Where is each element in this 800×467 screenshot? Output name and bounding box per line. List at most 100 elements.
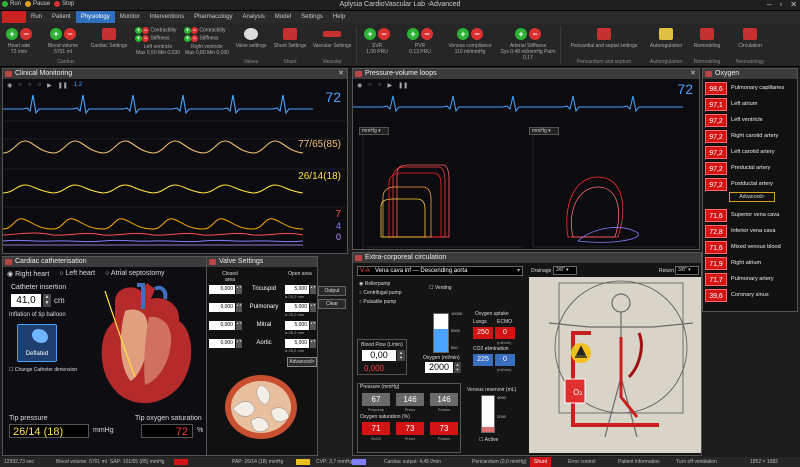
closed-area-input[interactable]: 0,000 (209, 285, 235, 294)
menu-help[interactable]: Help (328, 11, 350, 23)
menu-model[interactable]: Model (270, 11, 296, 23)
panel-close-icon[interactable]: ✕ (338, 69, 344, 79)
pv-unit-select-right[interactable]: mmHg ▾ (529, 127, 559, 135)
menu-run[interactable]: Run (26, 11, 47, 23)
closed-area-stepper[interactable]: ▲▼ (236, 321, 242, 330)
right-heart-radio[interactable]: ◉ Right heart (7, 270, 49, 278)
menu-interventions[interactable]: Interventions (145, 11, 189, 23)
group-autoregulation: Autoregulation (649, 59, 683, 65)
pause-icon[interactable]: ❚❚ (398, 82, 408, 89)
decrease-venous-compliance-button[interactable]: − (471, 28, 483, 40)
increase-heart-rate-button[interactable]: + (6, 28, 18, 40)
open-area-input[interactable]: 5,000 (285, 339, 309, 348)
reservoir-active-checkbox[interactable]: ☐ Active (479, 437, 498, 443)
panel-close-icon[interactable]: ✕ (690, 69, 696, 79)
turn-off-ventilation-button[interactable]: Turn off ventilation (676, 457, 717, 467)
increase-svr-button[interactable]: + (364, 28, 376, 40)
radio-1[interactable]: ◉ (357, 82, 362, 89)
o2-bottom-row: 39,6 Coronary sinus (705, 289, 795, 303)
open-area-input[interactable]: 5,000 (285, 321, 309, 330)
pressure-saturation-box: Pressure (mmHg) 67 146 146 Prepump Preox… (357, 383, 461, 453)
ecmo-o2-value: 0 (495, 327, 515, 339)
radio-3[interactable]: ○ (378, 82, 382, 89)
decrease-arterial-stiffness-button[interactable]: − (529, 28, 541, 40)
open-area-input[interactable]: 5,000 (285, 303, 309, 312)
increase-pvr-button[interactable]: + (407, 28, 419, 40)
drainage-select[interactable]: 3/8" ▾ (553, 266, 577, 275)
play-icon[interactable]: ▶ (388, 82, 393, 89)
menu-analysis[interactable]: Analysis (237, 11, 269, 23)
rv-contractility-plus[interactable]: + (184, 27, 191, 34)
patient-information-button[interactable]: Patient information (618, 457, 660, 467)
open-area-stepper[interactable]: ▲▼ (310, 303, 316, 312)
clear-button[interactable]: Clear (318, 299, 346, 309)
decrease-heart-rate-button[interactable]: − (20, 28, 32, 40)
change-catheter-checkbox[interactable]: ☐ Change Catheter dimension (9, 367, 77, 373)
left-heart-radio[interactable]: ○ Left heart (59, 270, 95, 278)
location-label: Preductal artery (731, 165, 771, 171)
blood-flow-actual: 0,000 (364, 364, 385, 373)
increase-arterial-stiffness-button[interactable]: + (515, 28, 527, 40)
clinical-monitoring-panel: Clinical Monitoring ✕ ◉ ○ ○ ○ ▶ ❚❚ 1.2 72 77/… (2, 68, 349, 254)
closed-area-input[interactable]: 0,000 (209, 339, 235, 348)
closed-area-input[interactable]: 0,000 (209, 321, 235, 330)
decrease-pvr-button[interactable]: − (421, 28, 433, 40)
increase-venous-compliance-button[interactable]: + (457, 28, 469, 40)
close-icon[interactable]: ✕ (790, 0, 797, 9)
balloon-toggle-button[interactable]: Deflated (17, 324, 57, 362)
pv-unit-select-left[interactable]: mmHg ▾ (359, 127, 389, 135)
menu-patient[interactable]: Patient (47, 11, 76, 23)
location-label: Pulmonary artery (731, 276, 774, 282)
decrease-svr-button[interactable]: − (378, 28, 390, 40)
menu-physiology[interactable]: Physiology (75, 11, 115, 23)
menu-settings[interactable]: Settings (296, 11, 328, 23)
maximize-icon[interactable]: ▫ (779, 0, 782, 9)
oxygen-flow-stepper[interactable]: ▲ ▼ (454, 362, 461, 373)
abp-trace (3, 140, 304, 154)
lv-stiffness-minus[interactable]: − (142, 35, 149, 42)
blood-flow-input[interactable]: 0,00 (362, 350, 396, 361)
rv-stiffness-minus[interactable]: − (191, 35, 198, 42)
output-button[interactable]: Output (318, 286, 346, 296)
pump-option[interactable]: ○ Centrifugal pump (359, 290, 402, 296)
pump-option[interactable]: ◉ Rollerpump (359, 281, 402, 287)
oxygen-flow-input[interactable]: 2000 (425, 362, 453, 373)
minimize-icon[interactable]: – (767, 0, 771, 9)
atrial-septostomy-radio[interactable]: ○ Atrial septostomy (105, 270, 164, 278)
pump-options: ◉ Rollerpump ○ Centrifugal pump ○ Pulsatil… (359, 281, 402, 308)
closed-area-stepper[interactable]: ▲▼ (236, 339, 242, 348)
error-control-button[interactable]: Error control (568, 457, 596, 467)
increase-blood-volume-button[interactable]: + (50, 28, 62, 40)
shunt-indicator[interactable]: Shunt (530, 457, 552, 467)
rv-contractility-minus[interactable]: − (191, 27, 198, 34)
menu-pharmacology[interactable]: Pharmacology (189, 11, 237, 23)
catheter-insertion-input[interactable]: 41,0 (11, 294, 41, 307)
closed-area-stepper[interactable]: ▲▼ (236, 285, 242, 294)
blood-flow-stepper[interactable]: ▲ ▼ (397, 350, 405, 361)
preox-pressure: 146 (396, 393, 424, 406)
pump-option[interactable]: ○ Pulsatile pump (359, 299, 402, 305)
return-select[interactable]: 3/8" ▾ (675, 266, 699, 275)
lv-stiffness-plus[interactable]: + (135, 35, 142, 42)
menu-monitor[interactable]: Monitor (115, 11, 145, 23)
lv-contractility-plus[interactable]: + (135, 27, 142, 34)
lv-contractility-minus[interactable]: − (142, 27, 149, 34)
decrease-blood-volume-button[interactable]: − (64, 28, 76, 40)
valve-advanced-button[interactable]: Advanced> (287, 357, 317, 367)
open-area-stepper[interactable]: ▲▼ (310, 285, 316, 294)
insertion-stepper[interactable]: ▲ ▼ (43, 294, 51, 307)
ecc-route-select[interactable]: V-A Vena cava inf — Descending aorta ▾ (357, 266, 523, 276)
open-area-input[interactable]: 5,000 (285, 285, 309, 294)
flow-value: 4 (335, 221, 341, 231)
open-area-stepper[interactable]: ▲▼ (310, 321, 316, 330)
rv-stiffness-plus[interactable]: + (184, 35, 191, 42)
closed-area-stepper[interactable]: ▲▼ (236, 303, 242, 312)
open-area-stepper[interactable]: ▲▼ (310, 339, 316, 348)
oxygen-advanced-button[interactable]: Advanced> (729, 192, 775, 202)
ecmo-co2-value: 0 (495, 354, 515, 366)
closed-area-input[interactable]: 0,000 (209, 303, 235, 312)
venting-checkbox[interactable]: ☐ Venting (429, 285, 452, 291)
radio-2[interactable]: ○ (368, 82, 372, 89)
app-logo[interactable] (2, 11, 26, 23)
saturation-value: 71,6 (705, 241, 727, 254)
